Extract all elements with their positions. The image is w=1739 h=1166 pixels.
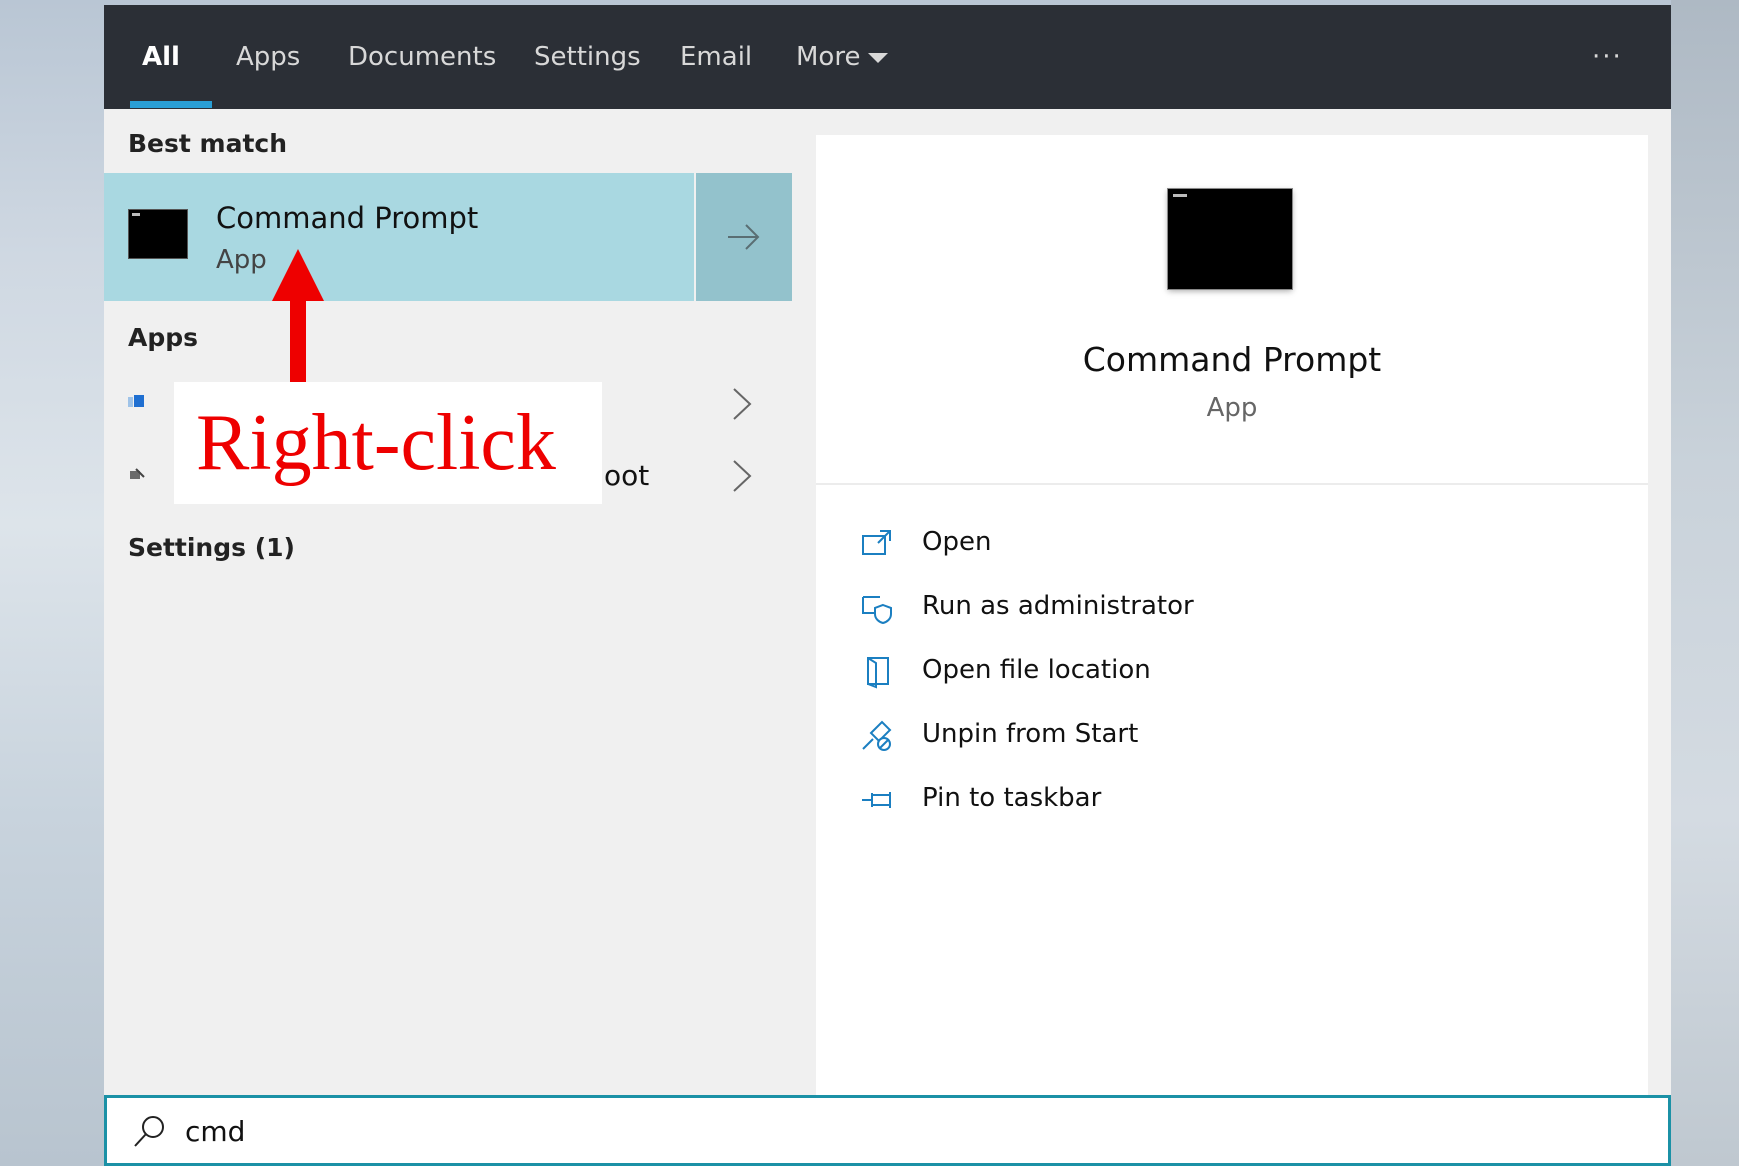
app-icon bbox=[130, 468, 145, 479]
action-pin-to-taskbar[interactable]: Pin to taskbar bbox=[860, 775, 1560, 825]
admin-shield-icon bbox=[862, 596, 892, 625]
app-icon bbox=[128, 395, 144, 407]
search-icon bbox=[134, 1116, 164, 1147]
search-filter-bar: All Apps Documents Settings Email More ·… bbox=[104, 5, 1671, 109]
preview-title: Command Prompt bbox=[1082, 340, 1382, 379]
annotation-right-click: Right-click bbox=[174, 382, 602, 504]
chevron-right-icon[interactable] bbox=[730, 459, 754, 493]
action-unpin-from-start[interactable]: Unpin from Start bbox=[860, 711, 1560, 761]
search-box[interactable] bbox=[104, 1095, 1671, 1166]
tab-settings[interactable]: Settings bbox=[534, 5, 641, 109]
action-label: Unpin from Start bbox=[922, 719, 1139, 749]
best-match-command-prompt[interactable]: Command Prompt App bbox=[104, 173, 694, 301]
best-match-subtitle: App bbox=[216, 245, 267, 275]
tab-apps[interactable]: Apps bbox=[236, 5, 300, 109]
caret-down-icon bbox=[868, 52, 889, 63]
preview-subtitle: App bbox=[1206, 393, 1258, 423]
action-label: Pin to taskbar bbox=[922, 783, 1102, 813]
apps-header: Apps bbox=[128, 323, 199, 352]
action-label: Open file location bbox=[922, 655, 1151, 685]
active-tab-indicator bbox=[130, 101, 212, 108]
more-options-button[interactable]: ··· bbox=[1592, 5, 1623, 109]
preview-pane: Command Prompt App Open Run as administr… bbox=[816, 135, 1648, 1095]
action-open[interactable]: Open bbox=[860, 519, 1560, 569]
pin-taskbar-icon bbox=[862, 792, 891, 808]
search-input[interactable] bbox=[185, 1108, 1585, 1154]
tab-more-label: More bbox=[796, 42, 861, 72]
tab-email[interactable]: Email bbox=[680, 5, 752, 109]
settings-header: Settings (1) bbox=[128, 533, 295, 562]
file-location-icon bbox=[867, 657, 889, 689]
tab-documents[interactable]: Documents bbox=[348, 5, 496, 109]
action-open-file-location[interactable]: Open file location bbox=[860, 647, 1560, 697]
tab-more[interactable]: More bbox=[796, 5, 889, 109]
expand-details-button[interactable] bbox=[696, 173, 792, 301]
windows-search-panel: All Apps Documents Settings Email More ·… bbox=[104, 5, 1671, 1166]
action-label: Run as administrator bbox=[922, 591, 1194, 621]
app-result-label: oot bbox=[604, 459, 650, 492]
desktop-background bbox=[1671, 0, 1739, 1166]
command-prompt-large-icon bbox=[1168, 189, 1292, 289]
command-prompt-icon bbox=[128, 209, 188, 259]
annotation-arrow-icon bbox=[272, 249, 324, 389]
best-match-header: Best match bbox=[128, 129, 288, 158]
action-run-as-administrator[interactable]: Run as administrator bbox=[860, 583, 1560, 633]
unpin-icon bbox=[862, 720, 892, 751]
pane-divider bbox=[816, 483, 1648, 485]
results-list: Best match Command Prompt App Apps oot S… bbox=[104, 109, 792, 1095]
tab-all[interactable]: All bbox=[142, 5, 180, 109]
open-icon bbox=[862, 530, 891, 555]
arrow-right-icon bbox=[728, 224, 760, 250]
chevron-right-icon[interactable] bbox=[730, 387, 754, 421]
best-match-title: Command Prompt bbox=[216, 201, 479, 235]
action-label: Open bbox=[922, 527, 992, 557]
